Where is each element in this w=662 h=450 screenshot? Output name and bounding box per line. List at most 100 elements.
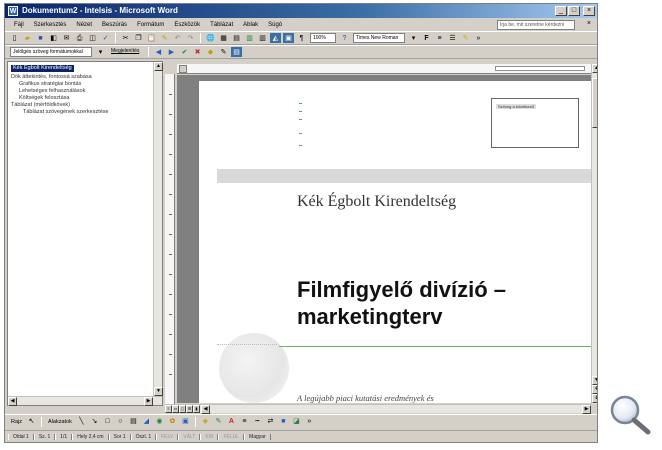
outline-item[interactable]: Kék Égbolt Kirendeltség — [11, 65, 74, 72]
tables-borders-icon[interactable]: ▦ — [218, 33, 229, 43]
text-box-icon[interactable]: ▤ — [128, 417, 139, 427]
reject-change-icon[interactable]: ✖ — [192, 47, 203, 57]
show-markup-dropdown[interactable]: Megjelenítés — [109, 47, 143, 57]
menu-edit[interactable]: Szerkesztés — [29, 22, 72, 28]
undo-icon[interactable]: ↶ — [172, 33, 183, 43]
columns-icon[interactable]: ▥ — [257, 33, 268, 43]
draw-menu-button[interactable]: Rajz — [8, 419, 25, 425]
pane-horizontal-scrollbar[interactable]: ◀ ▶ — [8, 396, 162, 406]
menu-table[interactable]: Táblázat — [205, 22, 238, 28]
drawbar-options-icon[interactable]: » — [304, 417, 315, 427]
accept-change-icon[interactable]: ✔ — [179, 47, 190, 57]
copy-icon[interactable]: ❐ — [133, 33, 144, 43]
new-comment-icon[interactable]: ◆ — [205, 47, 216, 57]
shadow-icon[interactable]: ■ — [278, 417, 289, 427]
markup-display-dropdown[interactable]: Jelölgés szöveg formátumokkal — [10, 47, 92, 57]
fill-color-icon[interactable]: ◈ — [200, 417, 211, 427]
web-view-icon[interactable]: ▭ — [172, 405, 179, 413]
reviewing-pane-icon[interactable]: ▤ — [231, 47, 242, 57]
status-extend-flag[interactable]: KIB — [200, 433, 219, 440]
document-horizontal-scrollbar[interactable]: ≡ ▭ ▯ ☰ ▮ ◀ ▶ — [165, 404, 591, 414]
cut-icon[interactable]: ✂ — [120, 33, 131, 43]
document-page[interactable]: Szöveg a következő Kék Égbolt Kirendelts… — [199, 81, 591, 403]
print-view-icon[interactable]: ▯ — [179, 405, 186, 413]
scroll-down-icon[interactable]: ▼ — [592, 376, 597, 385]
outline-item[interactable]: Táblázat szövegének szerkesztése — [11, 109, 150, 116]
arrow-icon[interactable]: ↘ — [89, 417, 100, 427]
help-question-input[interactable]: Írja be, mit szeretne kérdezni — [497, 20, 575, 30]
clipart-icon[interactable]: ✿ — [167, 417, 178, 427]
autoshapes-menu-button[interactable]: Alakzatok — [45, 419, 75, 425]
text-box[interactable]: Szöveg a következő — [491, 98, 579, 148]
document-map-icon[interactable]: ▣ — [283, 33, 294, 43]
outline-view-icon[interactable]: ☰ — [186, 405, 193, 413]
zoom-dropdown[interactable]: 100% — [310, 33, 336, 43]
format-painter-icon[interactable]: ✎ — [159, 33, 170, 43]
scroll-right-icon[interactable]: ▶ — [144, 397, 153, 406]
outline-item[interactable]: Táblázat (mérföldkövek) — [11, 102, 150, 109]
scroll-right-icon[interactable]: ▶ — [582, 405, 591, 414]
scroll-down-icon[interactable]: ▼ — [154, 387, 163, 396]
drawing-icon[interactable]: ◭ — [270, 33, 281, 43]
hyperlink-icon[interactable]: 🌐 — [205, 33, 216, 43]
font-dropdown[interactable]: Times New Roman — [353, 33, 405, 43]
justify-icon[interactable]: ≡ — [434, 33, 445, 43]
status-record-flag[interactable]: FELV — [156, 433, 179, 440]
outline-item[interactable]: Lehetséges felhasználások — [11, 88, 150, 95]
scroll-thumb[interactable] — [592, 78, 597, 128]
insert-excel-icon[interactable]: ▥ — [244, 33, 255, 43]
outline-item[interactable]: Költségek felosztása — [11, 95, 150, 102]
oval-icon[interactable]: ○ — [115, 417, 126, 427]
highlight-icon[interactable]: ✎ — [460, 33, 471, 43]
bullets-icon[interactable]: ☰ — [447, 33, 458, 43]
help-icon[interactable]: ? — [339, 33, 350, 43]
3d-icon[interactable]: ◪ — [291, 417, 302, 427]
tab-selector-button[interactable] — [179, 65, 187, 73]
close-button[interactable]: × — [583, 6, 595, 16]
normal-view-icon[interactable]: ≡ — [165, 405, 172, 413]
dash-style-icon[interactable]: ┅ — [252, 417, 263, 427]
status-track-flag[interactable]: VÁLT — [178, 433, 201, 440]
document-title[interactable]: Filmfigyelő divízió – marketingterv — [297, 276, 587, 330]
vertical-ruler[interactable] — [165, 74, 175, 404]
status-overtype-flag[interactable]: FELÜL — [218, 433, 245, 440]
document-vertical-scrollbar[interactable]: ▲ ▼ ⇞ ⇟ — [591, 64, 597, 404]
picture-icon[interactable]: ▣ — [180, 417, 191, 427]
paste-icon[interactable]: 📋 — [146, 33, 157, 43]
minimize-button[interactable]: _ — [555, 6, 567, 16]
status-language[interactable]: Magyar — [244, 433, 271, 440]
bold-icon[interactable]: F — [421, 33, 432, 43]
spelling-icon[interactable]: ✓ — [100, 33, 111, 43]
document-close-icon[interactable]: × — [587, 20, 591, 27]
scroll-up-icon[interactable]: ▲ — [154, 62, 163, 71]
line-icon[interactable]: ╲ — [76, 417, 87, 427]
menu-window[interactable]: Ablak — [238, 22, 263, 28]
rectangle-icon[interactable]: □ — [102, 417, 113, 427]
show-formatting-icon[interactable]: ¶ — [296, 33, 307, 43]
maximize-button[interactable]: □ — [568, 6, 580, 16]
document-area[interactable]: Szöveg a következő Kék Égbolt Kirendelts… — [177, 75, 591, 403]
next-page-icon[interactable]: ⇟ — [592, 394, 597, 403]
line-style-icon[interactable]: ≡ — [239, 417, 250, 427]
menu-format[interactable]: Formátum — [132, 22, 169, 28]
previous-page-icon[interactable]: ⇞ — [592, 385, 597, 394]
wordart-icon[interactable]: ◢ — [141, 417, 152, 427]
open-folder-icon[interactable]: ▰ — [22, 33, 33, 43]
next-change-icon[interactable]: ▶ — [166, 47, 177, 57]
font-size-icon[interactable]: ▾ — [408, 33, 419, 43]
menu-insert[interactable]: Beszúrás — [97, 22, 132, 28]
line-color-icon[interactable]: ✎ — [213, 417, 224, 427]
menu-file[interactable]: Fájl — [9, 22, 29, 28]
dropdown-arrow-icon[interactable]: ▾ — [95, 47, 106, 57]
print-preview-icon[interactable]: ◫ — [87, 33, 98, 43]
reading-view-icon[interactable]: ▮ — [193, 405, 200, 413]
permission-icon[interactable]: ◧ — [48, 33, 59, 43]
toolbar-options-icon[interactable]: » — [473, 33, 484, 43]
insert-table-icon[interactable]: ▤ — [231, 33, 242, 43]
outline-item[interactable]: Dök áttekintés, fontossá szabása — [11, 74, 150, 81]
scroll-up-icon[interactable]: ▲ — [592, 64, 597, 73]
scroll-left-icon[interactable]: ◀ — [8, 397, 17, 406]
menu-view[interactable]: Nézet — [71, 22, 97, 28]
select-objects-icon[interactable]: ↖ — [26, 417, 37, 427]
new-document-icon[interactable]: ▯ — [9, 33, 20, 43]
